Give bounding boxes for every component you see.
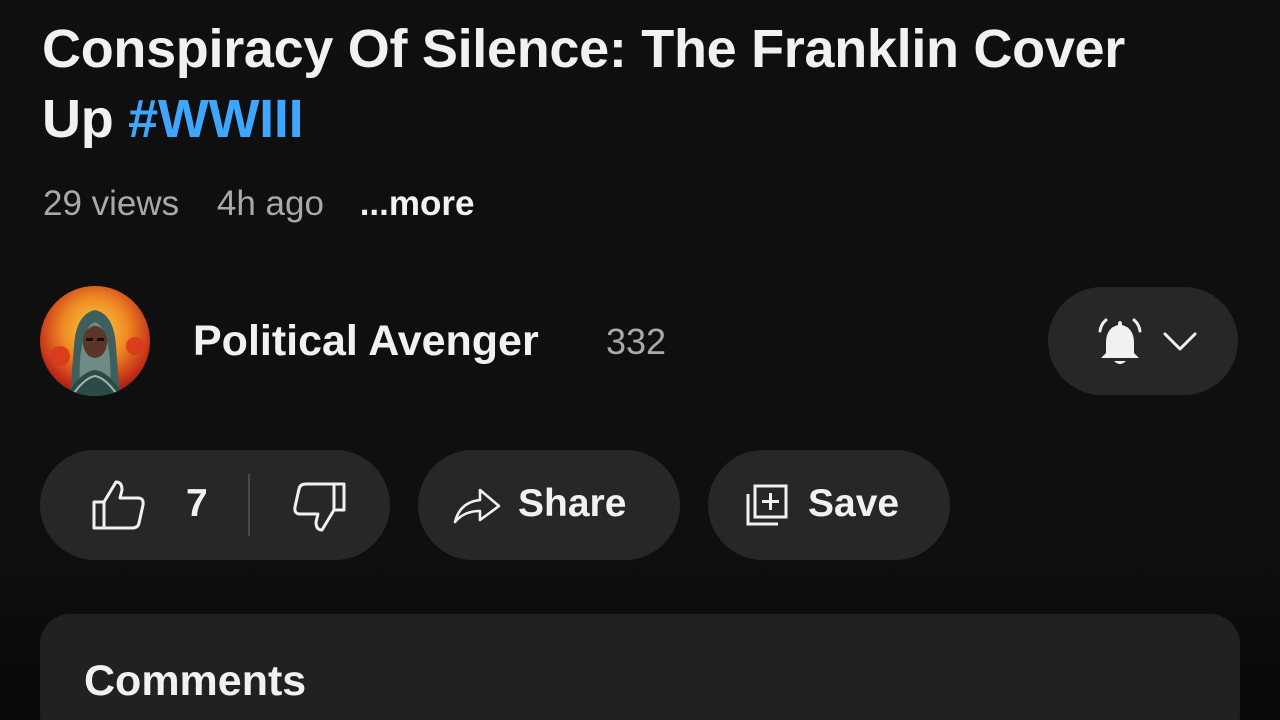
chevron-down-icon (1163, 332, 1197, 351)
bell-icon (1098, 318, 1142, 364)
thumbs-down-icon[interactable] (290, 480, 348, 534)
share-button[interactable]: Share (418, 450, 680, 560)
channel-avatar[interactable] (40, 286, 150, 396)
like-dislike-divider (248, 474, 250, 536)
thumbs-up-icon[interactable] (90, 478, 148, 532)
like-count: 7 (186, 482, 208, 525)
channel-row: Political Avenger 332 (40, 286, 1240, 396)
save-button[interactable]: Save (708, 450, 950, 560)
view-count: 29 views (43, 184, 180, 223)
video-meta: 29 views 4h ago ...more (43, 182, 474, 226)
more-description-link[interactable]: ...more (360, 184, 475, 223)
notification-settings-button[interactable] (1048, 287, 1238, 395)
share-label: Share (518, 482, 627, 525)
video-title: Conspiracy Of Silence: The Franklin Cove… (42, 14, 1192, 154)
video-details-page: Conspiracy Of Silence: The Franklin Cove… (0, 0, 1280, 720)
subscriber-count: 332 (606, 321, 667, 362)
comments-heading: Comments (84, 657, 307, 705)
comments-panel[interactable]: Comments (40, 614, 1240, 720)
playlist-add-icon (746, 484, 788, 526)
share-arrow-icon (453, 488, 501, 524)
channel-name[interactable]: Political Avenger (193, 315, 539, 367)
save-label: Save (808, 482, 900, 525)
upload-age: 4h ago (216, 184, 324, 223)
like-dislike-pill: 7 (40, 450, 390, 560)
hashtag-link[interactable]: #WWIII (128, 89, 303, 149)
